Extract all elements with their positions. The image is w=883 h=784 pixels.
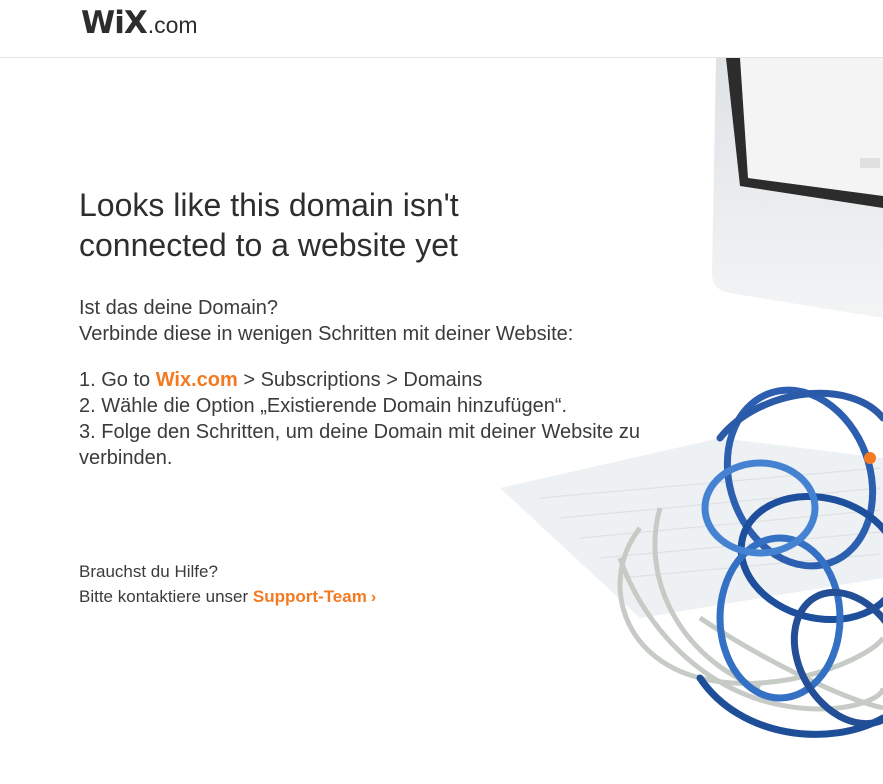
page-title: Looks like this domain isn't connected t…	[79, 185, 699, 265]
step-1-prefix: 1. Go to	[79, 369, 156, 391]
step-1: 1. Go to Wix.com > Subscriptions > Domai…	[79, 367, 699, 393]
step-2: 2. Wähle die Option „Existierende Domain…	[79, 395, 568, 417]
top-header: WiX .com	[0, 0, 883, 58]
step-3: 3. Folge den Schritten, um deine Domain …	[79, 421, 641, 469]
intro-text: Ist das deine Domain? Verbinde diese in …	[79, 295, 699, 347]
help-question: Brauchst du Hilfe?	[79, 562, 218, 581]
help-contact-prefix: Bitte kontaktiere unser	[79, 587, 253, 606]
help-section: Brauchst du Hilfe? Bitte kontaktiere uns…	[79, 559, 376, 610]
chevron-right-icon: ›	[370, 589, 377, 606]
intro-line-1: Ist das deine Domain?	[79, 297, 279, 319]
main-content: Looks like this domain isn't connected t…	[79, 185, 699, 471]
support-team-label: Support-Team	[252, 587, 367, 606]
headline-line-1: Looks like this domain isn't	[79, 187, 459, 223]
monitor-graphic	[712, 58, 883, 318]
logo-tld: .com	[147, 12, 198, 38]
support-team-link[interactable]: Support-Team ›	[253, 587, 376, 606]
headline-line-2: connected to a website yet	[79, 227, 458, 263]
logo-brand: WiX	[81, 5, 148, 41]
step-1-suffix: > Subscriptions > Domains	[237, 369, 483, 391]
wix-logo[interactable]: WiX .com	[81, 5, 198, 41]
steps-list: 1. Go to Wix.com > Subscriptions > Domai…	[79, 367, 699, 471]
intro-line-2: Verbinde diese in wenigen Schritten mit …	[79, 323, 574, 345]
wix-com-link[interactable]: Wix.com	[156, 369, 238, 391]
